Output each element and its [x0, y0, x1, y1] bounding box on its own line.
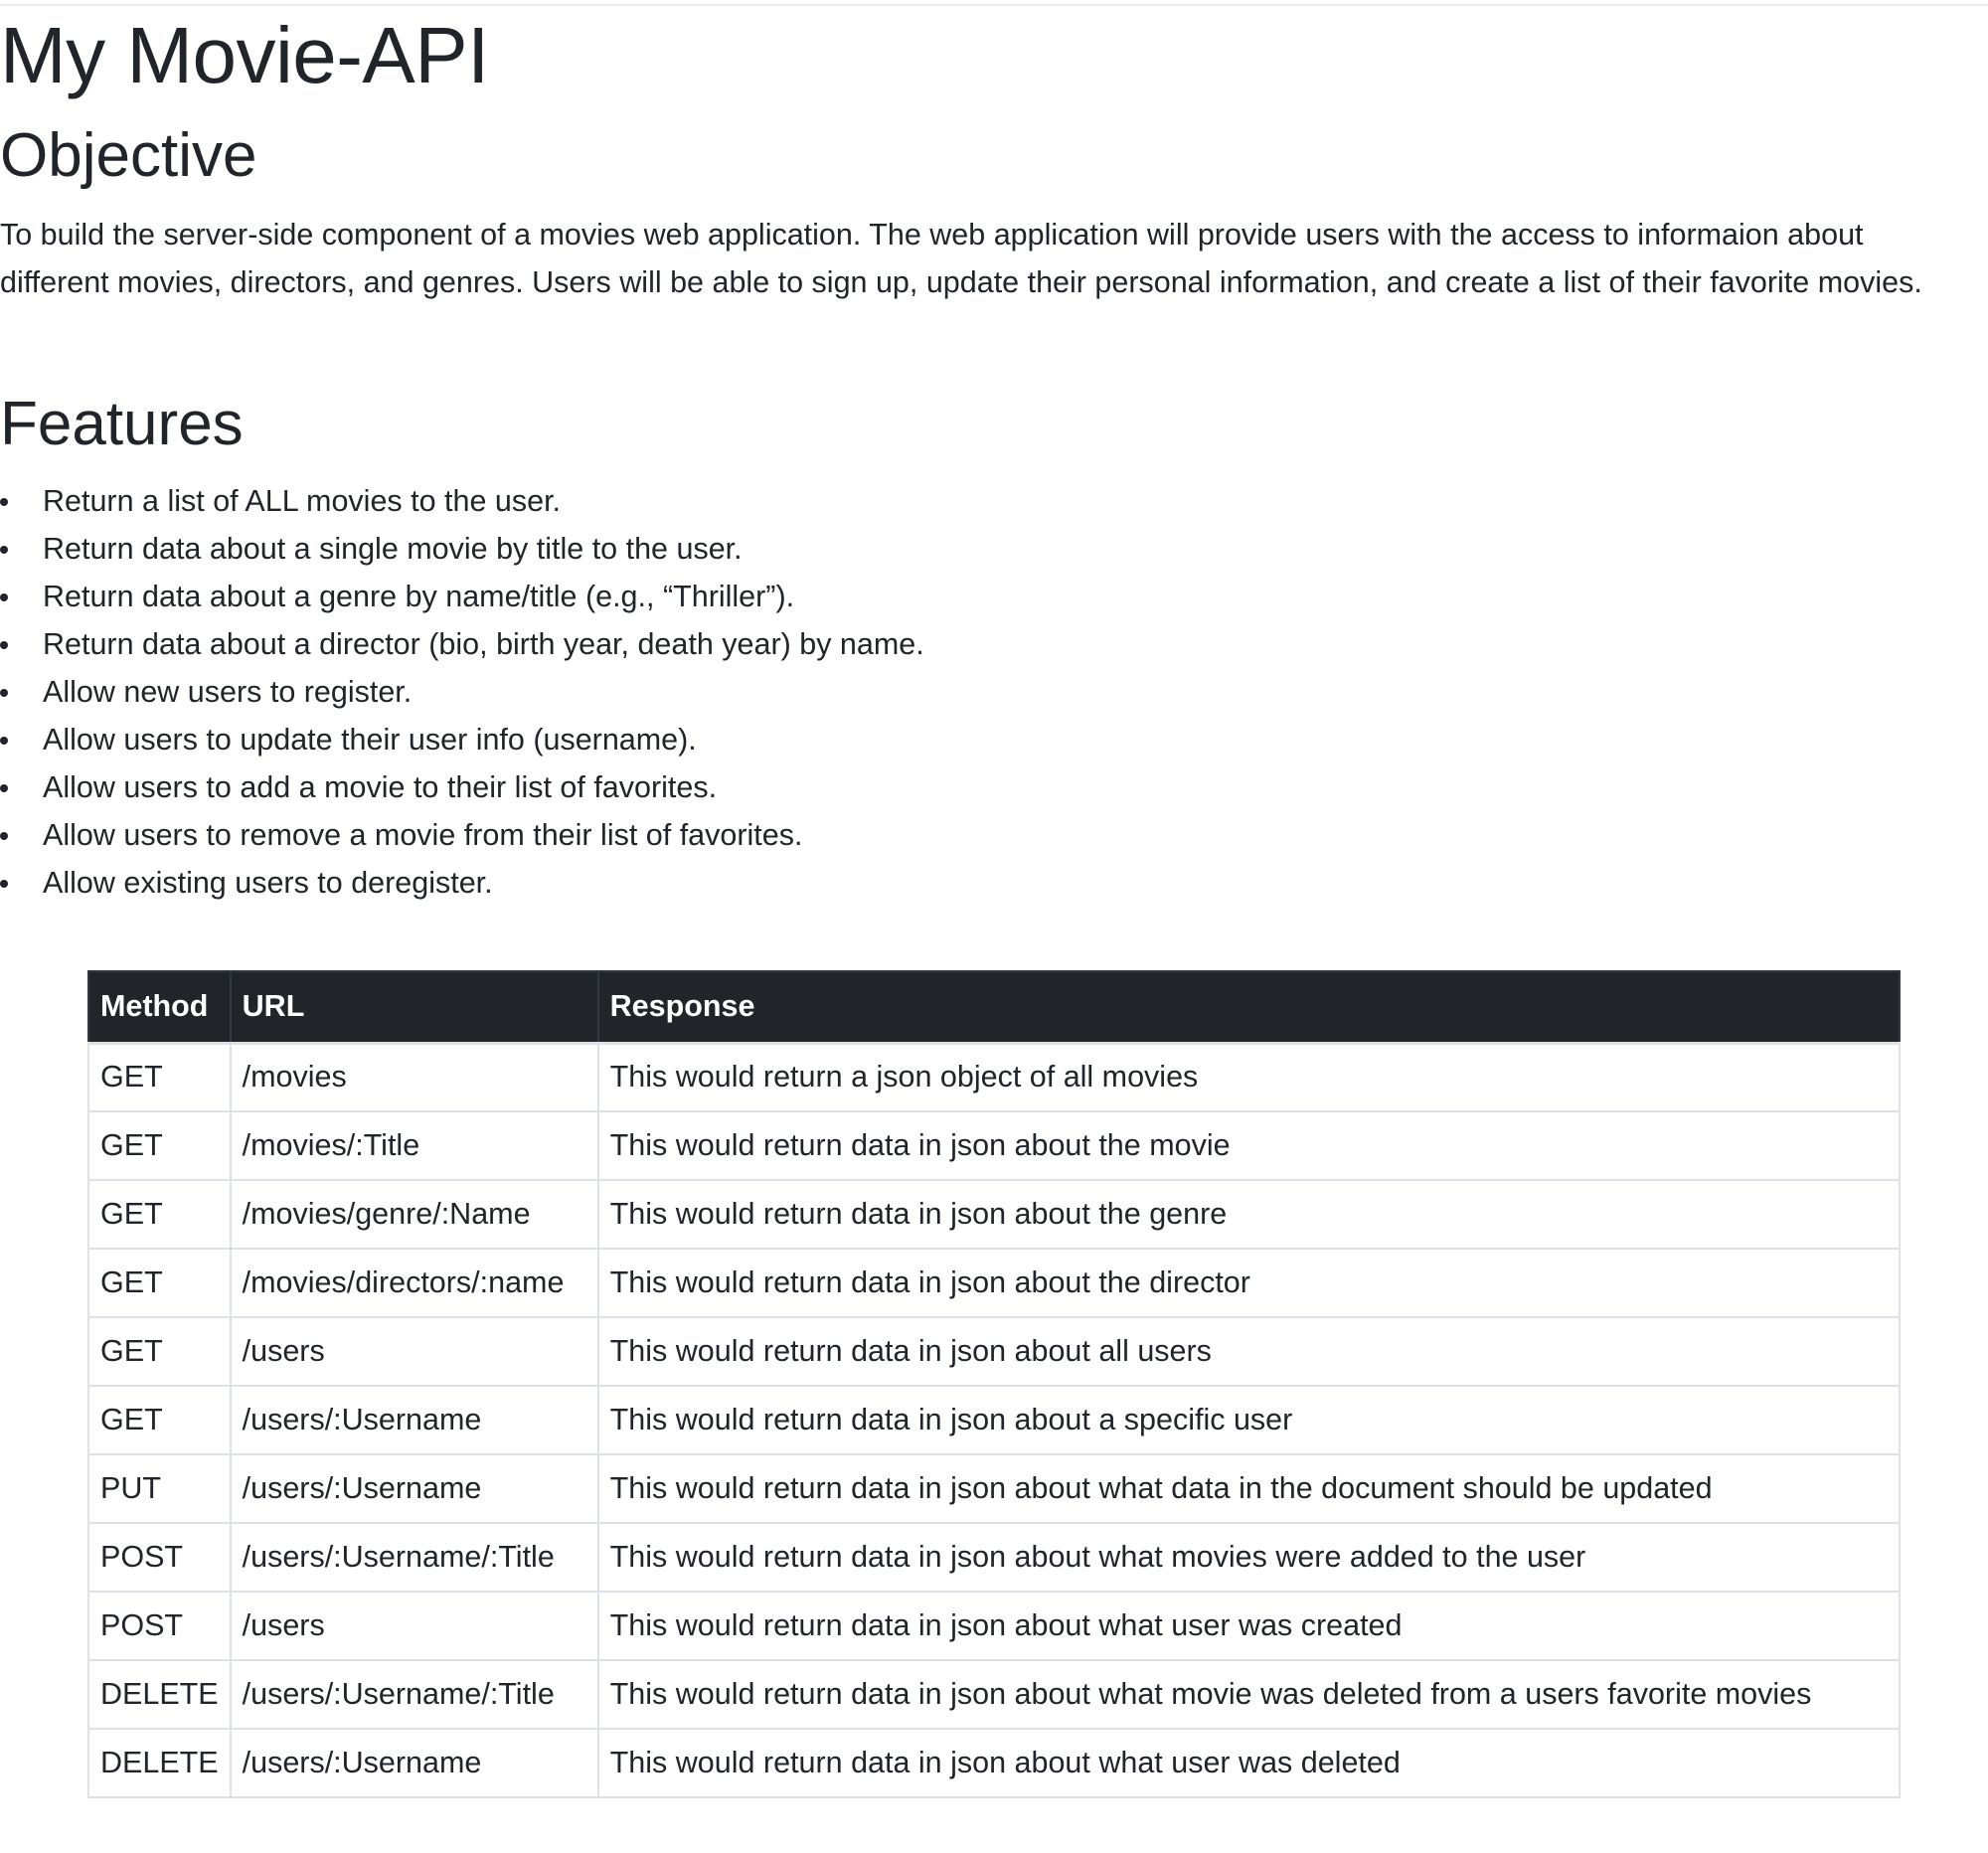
bullet-icon — [0, 832, 8, 840]
response-cell: This would return data in json about a s… — [596, 1385, 1902, 1455]
response-cell: This would return data in json about the… — [596, 1248, 1902, 1318]
feature-item: Return data about a director (bio, birth… — [0, 620, 924, 668]
response-cell: This would return data in json about the… — [596, 1179, 1902, 1250]
url-cell: /movies — [229, 1042, 599, 1112]
table-row: GET /movies/:Title This would return dat… — [87, 1110, 1902, 1181]
url-cell: /users/:Username — [229, 1453, 599, 1524]
url-cell: /users/:Username/:Title — [229, 1522, 599, 1593]
url-cell: /movies/:Title — [229, 1110, 599, 1181]
feature-text: Return data about a genre by name/title … — [43, 580, 795, 613]
bullet-icon — [0, 641, 8, 649]
method-cell: DELETE — [87, 1728, 232, 1798]
column-header-url: URL — [229, 970, 599, 1045]
table-row: GET /movies/directors/:name This would r… — [87, 1248, 1902, 1318]
table-row: POST /users This would return data in js… — [87, 1591, 1902, 1661]
table-row: GET /movies/genre/:Name This would retur… — [87, 1179, 1902, 1250]
objective-heading: Objective — [0, 121, 257, 190]
table-row: POST /users/:Username/:Title This would … — [87, 1522, 1902, 1593]
bullet-icon — [0, 546, 8, 554]
url-cell: /users — [229, 1591, 599, 1661]
response-cell: This would return data in json about wha… — [596, 1659, 1902, 1730]
feature-text: Allow users to remove a movie from their… — [43, 818, 803, 852]
response-cell: This would return data in json about wha… — [596, 1591, 1902, 1661]
url-cell: /movies/genre/:Name — [229, 1179, 599, 1250]
endpoints-table: Method URL Response GET /movies This wou… — [87, 970, 1902, 1798]
response-cell: This would return data in json about wha… — [596, 1453, 1902, 1524]
url-cell: /users — [229, 1316, 599, 1387]
table-row: GET /movies This would return a json obj… — [87, 1042, 1902, 1112]
response-cell: This would return data in json about wha… — [596, 1522, 1902, 1593]
method-cell: GET — [87, 1316, 232, 1387]
table-row: GET /users This would return data in jso… — [87, 1316, 1902, 1387]
feature-text: Return data about a single movie by titl… — [43, 532, 743, 566]
feature-text: Allow users to update their user info (u… — [43, 723, 697, 757]
response-cell: This would return data in json about all… — [596, 1316, 1902, 1387]
feature-item: Allow users to update their user info (u… — [0, 716, 924, 763]
method-cell: PUT — [87, 1453, 232, 1524]
feature-item: Allow users to remove a movie from their… — [0, 811, 924, 859]
bullet-icon — [0, 593, 8, 601]
feature-item: Return data about a single movie by titl… — [0, 525, 924, 573]
feature-item: Allow existing users to deregister. — [0, 859, 924, 907]
response-cell: This would return a json object of all m… — [596, 1042, 1902, 1112]
method-cell: GET — [87, 1110, 232, 1181]
column-header-response: Response — [596, 970, 1902, 1045]
url-cell: /movies/directors/:name — [229, 1248, 599, 1318]
method-cell: POST — [87, 1522, 232, 1593]
method-cell: GET — [87, 1042, 232, 1112]
objective-paragraph: To build the server-side component of a … — [0, 218, 1922, 299]
response-cell: This would return data in json about wha… — [596, 1728, 1902, 1798]
bullet-icon — [0, 880, 8, 888]
feature-text: Allow existing users to deregister. — [43, 866, 493, 900]
feature-text: Allow users to add a movie to their list… — [43, 770, 718, 804]
table-row: DELETE /users/:Username This would retur… — [87, 1728, 1902, 1798]
feature-item: Allow new users to register. — [0, 668, 924, 716]
method-cell: GET — [87, 1179, 232, 1250]
features-list: Return a list of ALL movies to the user.… — [0, 477, 924, 907]
table-header-row: Method URL Response — [87, 970, 1902, 1045]
features-heading: Features — [0, 390, 244, 458]
table-row: PUT /users/:Username This would return d… — [87, 1453, 1902, 1524]
url-cell: /users/:Username/:Title — [229, 1659, 599, 1730]
url-cell: /users/:Username — [229, 1385, 599, 1455]
table-row: GET /users/:Username This would return d… — [87, 1385, 1902, 1455]
feature-text: Return a list of ALL movies to the user. — [43, 484, 562, 518]
bullet-icon — [0, 737, 8, 745]
response-cell: This would return data in json about the… — [596, 1110, 1902, 1181]
bullet-icon — [0, 784, 8, 792]
method-cell: DELETE — [87, 1659, 232, 1730]
feature-item: Return a list of ALL movies to the user. — [0, 477, 924, 525]
bullet-icon — [0, 689, 8, 697]
page-title: My Movie-API — [0, 11, 489, 99]
feature-item: Return data about a genre by name/title … — [0, 573, 924, 620]
feature-text: Return data about a director (bio, birth… — [43, 627, 924, 661]
method-cell: POST — [87, 1591, 232, 1661]
method-cell: GET — [87, 1248, 232, 1318]
table-row: DELETE /users/:Username/:Title This woul… — [87, 1659, 1902, 1730]
feature-item: Allow users to add a movie to their list… — [0, 763, 924, 811]
feature-text: Allow new users to register. — [43, 675, 413, 709]
bullet-icon — [0, 498, 8, 506]
method-cell: GET — [87, 1385, 232, 1455]
column-header-method: Method — [87, 970, 232, 1045]
url-cell: /users/:Username — [229, 1728, 599, 1798]
